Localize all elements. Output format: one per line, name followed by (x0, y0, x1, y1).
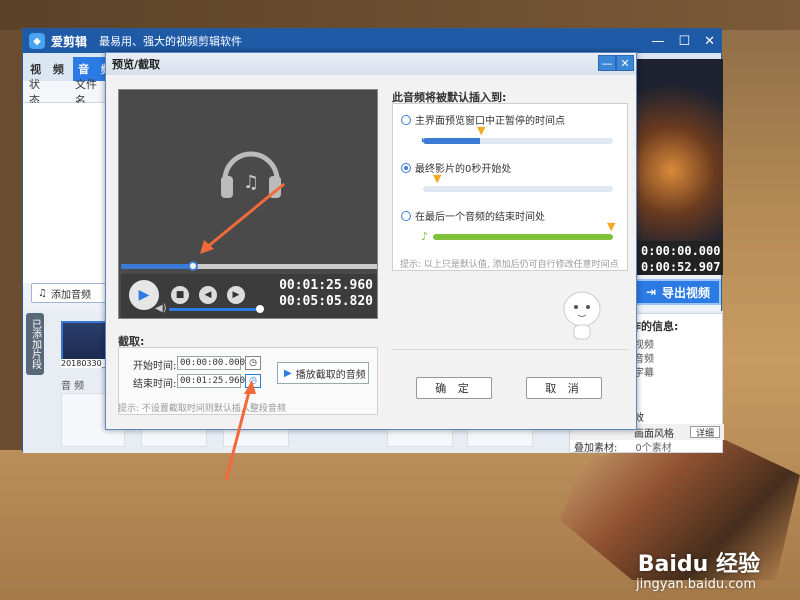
marker-arrow-icon: ▼ (477, 124, 486, 137)
play-cut-label: 播放截取的音频 (295, 369, 366, 381)
start-time-pick-icon[interactable]: ◷ (245, 356, 261, 370)
seek-handle[interactable] (187, 261, 198, 271)
export-video-button[interactable]: ⇥ 导出视频 (635, 279, 721, 305)
export-label: 导出视频 (662, 285, 711, 300)
added-clips-tab[interactable]: 已添加片段 (26, 313, 44, 375)
info-item-video: 视频 (634, 340, 654, 351)
preview-cut-dialog: 预览/截取 — ✕ ♫ ▶ ■ ◀ ▶ ◀) 00:01:25.960 00:0… (105, 52, 637, 430)
svg-text:♫: ♫ (243, 172, 259, 193)
start-time-label: 开始时间: (133, 361, 177, 372)
app-name: 爱剪辑 (51, 34, 88, 49)
play-triangle-icon: ▶ (284, 367, 292, 379)
ok-button[interactable]: 确 定 (416, 377, 492, 399)
desktop-left (0, 30, 22, 450)
dialog-divider (392, 349, 628, 350)
app-titlebar: ◆ 爱剪辑 最易用、强大的视频剪辑软件 — ☐ ✕ (23, 29, 721, 53)
audio-player: ♫ ▶ ■ ◀ ▶ ◀) 00:01:25.960 00:05:05.820 (118, 89, 378, 319)
close-icon[interactable]: ✕ (704, 34, 715, 49)
paused-point-track (423, 138, 613, 144)
detail-button[interactable]: 详细 (690, 426, 720, 439)
music-note-icon: ♫ (38, 287, 47, 299)
insert-option-label: 在最后一个音频的结束时间处 (415, 212, 545, 223)
prev-frame-button[interactable]: ◀ (199, 286, 217, 304)
clip-name: 20180330_1 (61, 359, 111, 368)
preview-time-current: 0:00:00.000 (641, 244, 721, 258)
next-frame-button[interactable]: ▶ (227, 286, 245, 304)
start-time-input[interactable]: 00:00:00.000 (177, 356, 245, 370)
volume-handle[interactable] (256, 305, 264, 313)
end-time-label: 结束时间: (133, 379, 177, 390)
radio-zero[interactable] (401, 162, 411, 173)
preview-time-readout: 0:00:00.000 0:00:52.907 (637, 241, 723, 275)
add-audio-button[interactable]: ♫ 添加音频 (31, 283, 107, 303)
cancel-button[interactable]: 取 消 (526, 377, 602, 399)
zero-point-track (423, 186, 613, 192)
dialog-title: 预览/截取 (112, 58, 161, 71)
desktop-top (0, 0, 800, 30)
info-item-audio: 音频 (634, 354, 654, 365)
info-title: 作的信息: (630, 320, 679, 333)
marker-arrow-icon: ▼ (607, 220, 616, 233)
radio-paused-point[interactable] (401, 114, 411, 125)
music-note-icon: ♪ (421, 230, 429, 243)
dialog-minimize-icon[interactable]: — (598, 55, 616, 71)
dialog-close-icon[interactable]: ✕ (616, 55, 634, 71)
cut-hint: 提示: 不设置截取时间则默认插入整段音频 (118, 404, 286, 414)
volume-slider[interactable] (169, 305, 264, 313)
info-overlay-value: 0个素材 (635, 442, 672, 454)
play-cut-audio-button[interactable]: ▶ 播放截取的音频 (277, 362, 369, 384)
marker-arrow-icon: ▼ (433, 172, 442, 185)
player-time-readout: 00:01:25.960 00:05:05.820 (279, 278, 373, 310)
audio-list-header: 状态 文件名 (23, 78, 105, 107)
player-controls: ▶ ■ ◀ ▶ ◀) 00:01:25.960 00:05:05.820 (121, 274, 377, 318)
insert-option-last-end[interactable]: 在最后一个音频的结束时间处 (401, 208, 545, 223)
dialog-titlebar: 预览/截取 (106, 53, 636, 75)
volume-icon[interactable]: ◀) (155, 303, 167, 314)
insert-option-label: 主界面预览窗口中正暂停的时间点 (415, 116, 565, 127)
maximize-icon[interactable]: ☐ (678, 34, 690, 49)
mascot-image (563, 291, 601, 340)
info-item-subtitle: 字幕 (634, 368, 654, 379)
seek-bar[interactable] (121, 261, 377, 271)
insert-hint: 提示: 以上只是默认值, 添加后仍可自行修改任意时间点 (400, 260, 619, 270)
preview-time-total: 0:00:52.907 (641, 260, 721, 274)
insert-option-zero[interactable]: 最终影片的0秒开始处 (401, 160, 511, 175)
add-audio-label: 添加音频 (50, 289, 91, 301)
audio-track-label: 音 频 (61, 381, 85, 392)
app-logo-icon: ◆ (29, 33, 45, 49)
headphones-icon: ♫ (221, 151, 281, 198)
app-slogan: 最易用、强大的视频剪辑软件 (99, 35, 243, 48)
seek-progress (121, 264, 193, 269)
insert-options-panel: 主界面预览窗口中正暂停的时间点 ▼ ⏸ 最终影片的0秒开始处 ▼ 在最后一个音频… (392, 103, 628, 271)
watermark-url: jingyan.baidu.com (636, 577, 756, 592)
pause-icon: ⏸ (421, 136, 426, 146)
end-time-input[interactable]: 00:01:25.960 (177, 374, 245, 388)
insert-option-label: 最终影片的0秒开始处 (415, 164, 512, 175)
export-icon: ⇥ (645, 285, 657, 299)
radio-last-end[interactable] (401, 210, 411, 221)
info-overlay-label: 叠加素材: (574, 442, 618, 454)
watermark-brand: Baidu 经验 (637, 552, 760, 577)
audio-list[interactable] (23, 103, 105, 283)
minimize-icon[interactable]: — (651, 34, 664, 49)
end-time-pick-icon[interactable]: ◷ (245, 374, 261, 388)
player-total-time: 00:05:05.820 (279, 294, 373, 309)
player-current-time: 00:01:25.960 (279, 278, 373, 293)
preview-window (637, 59, 723, 245)
info-row-overlay: 叠加素材: 0个素材 (570, 438, 724, 454)
stop-button[interactable]: ■ (171, 286, 189, 304)
last-end-track (433, 234, 613, 240)
